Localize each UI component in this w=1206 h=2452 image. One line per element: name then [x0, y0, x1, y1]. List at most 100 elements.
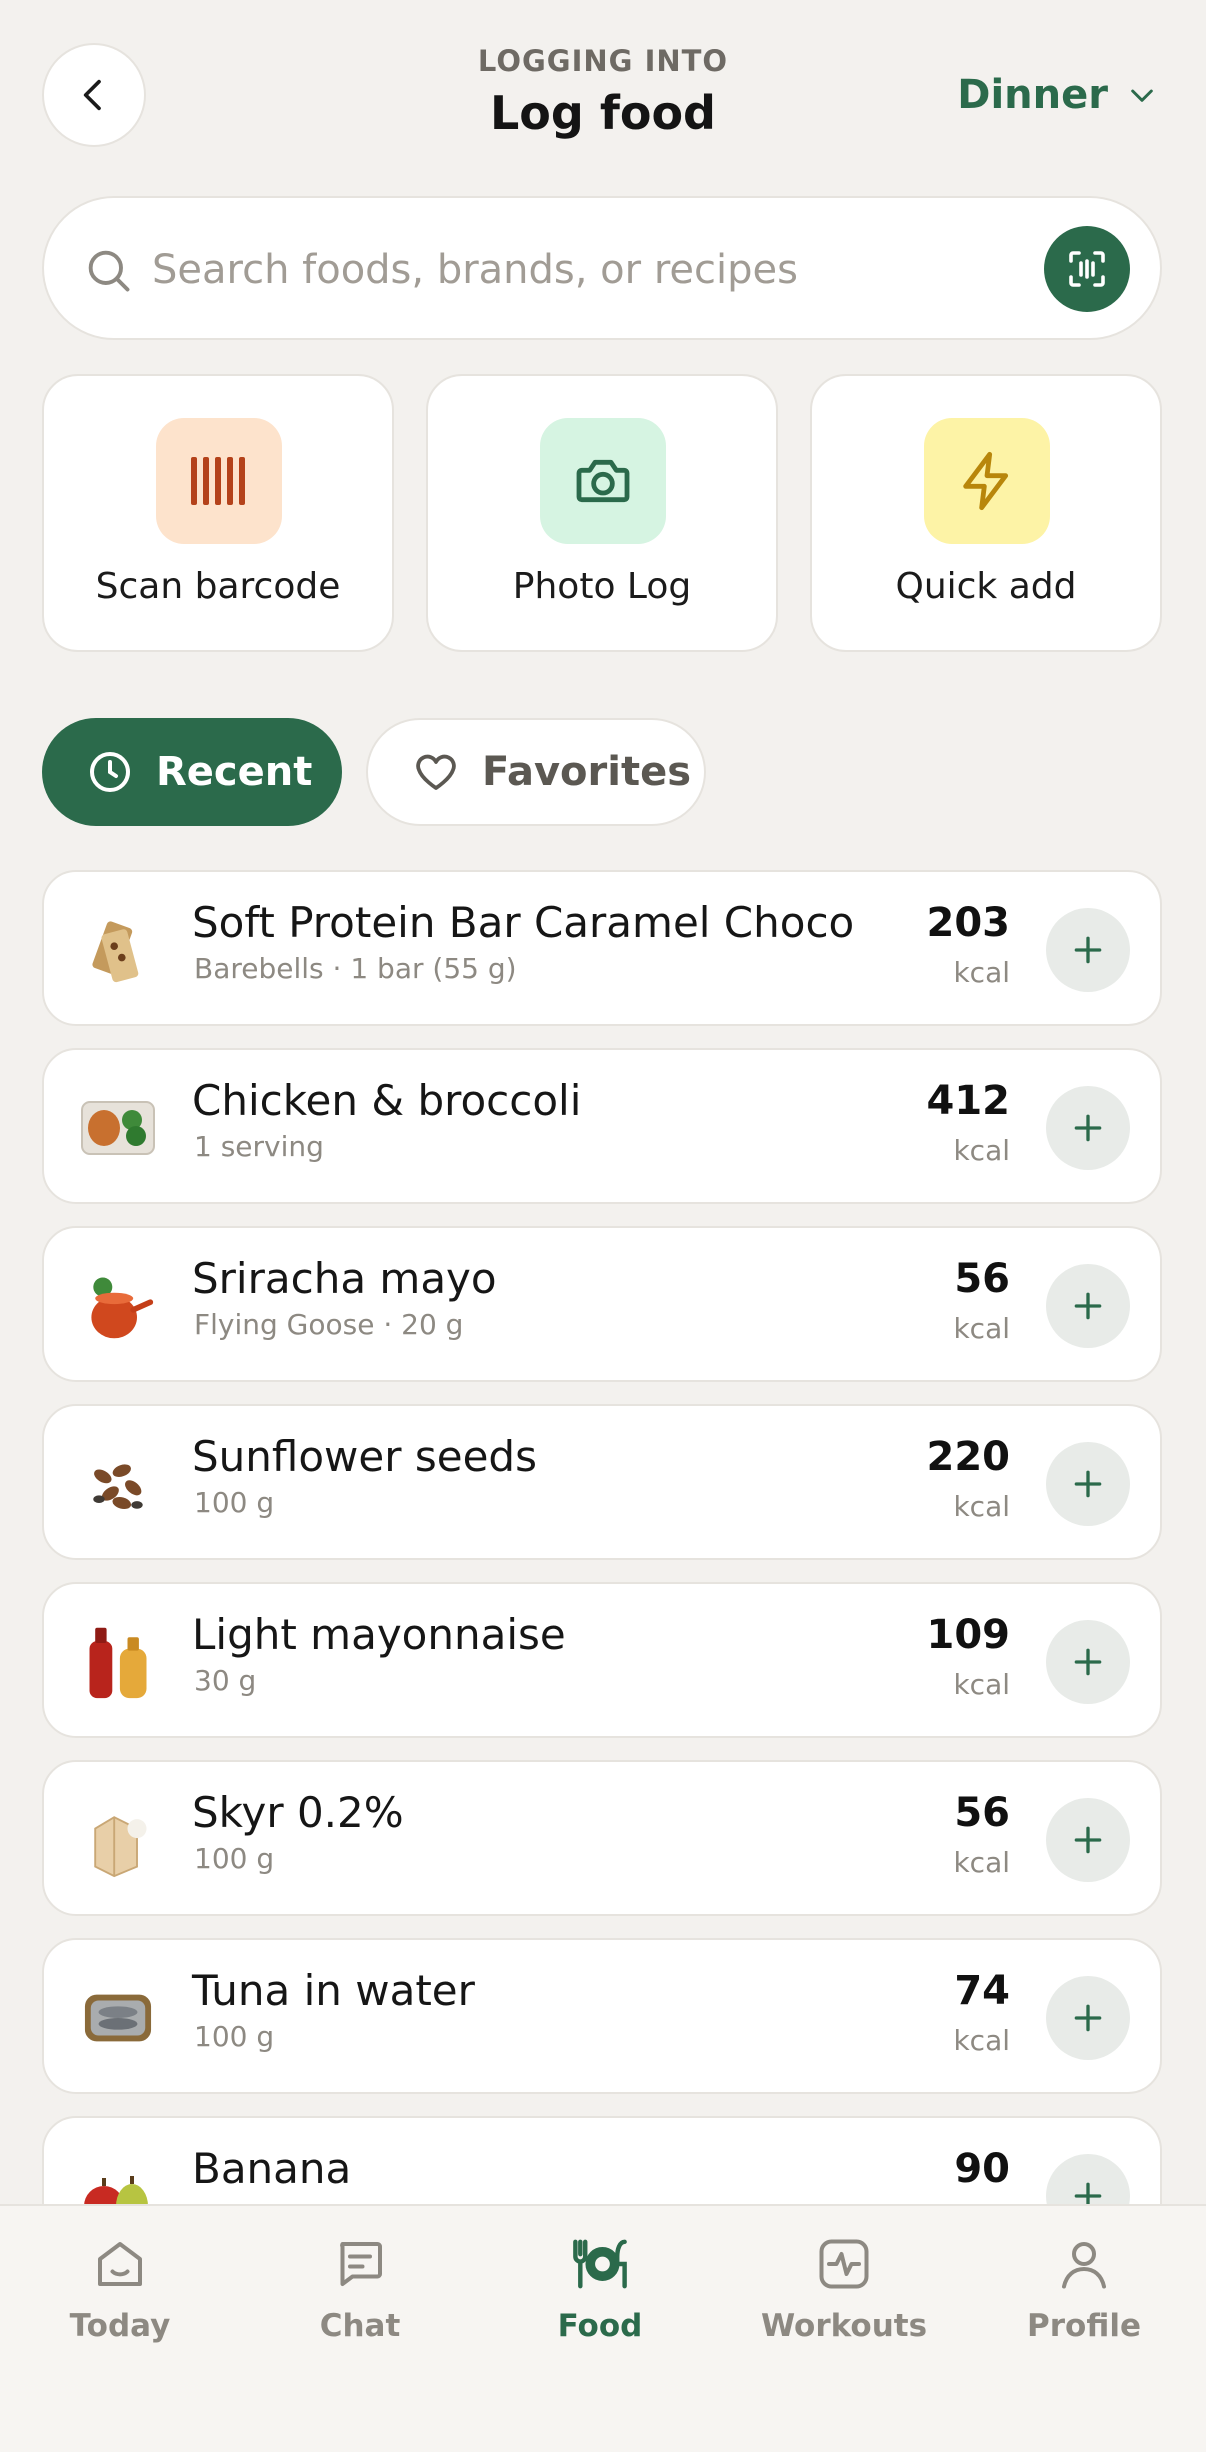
- food-kcal: 56: [954, 1790, 1010, 1836]
- plus-icon: [1074, 1826, 1102, 1854]
- food-kcal-unit: kcal: [953, 1668, 1010, 1701]
- food-detail: Barebells · 1 bar (55 g): [194, 952, 517, 985]
- food-kcal: 203: [926, 900, 1011, 946]
- nav-today[interactable]: Today: [30, 2232, 210, 2352]
- scan-barcode-label: Scan barcode: [95, 566, 341, 607]
- meal-selector[interactable]: Dinner: [957, 66, 1158, 124]
- photo-log-label: Photo Log: [512, 566, 692, 607]
- add-food-button[interactable]: [1046, 1976, 1130, 2060]
- heart-icon: [416, 754, 456, 790]
- scan-icon: [1069, 251, 1105, 287]
- tuna-image: [78, 1978, 158, 2058]
- scan-barcode-card[interactable]: Scan barcode: [42, 374, 394, 652]
- quick-add-card[interactable]: Quick add: [810, 374, 1162, 652]
- food-kcal-unit: kcal: [953, 2024, 1010, 2057]
- plus-icon: [1074, 1648, 1102, 1676]
- food-kcal: 220: [926, 1434, 1011, 1480]
- food-kcal-unit: kcal: [953, 1490, 1010, 1523]
- barcode-badge: [156, 418, 282, 544]
- food-name: Sunflower seeds: [192, 1432, 537, 1481]
- food-kcal: 56: [954, 1256, 1010, 1302]
- food-name: Soft Protein Bar Caramel Choco: [192, 898, 855, 947]
- nav-chat[interactable]: Chat: [270, 2232, 450, 2352]
- food-name: Tuna in water: [192, 1966, 475, 2015]
- bottom-nav: Today Chat Food Workouts Profile: [0, 2204, 1206, 2452]
- food-name: Light mayonnaise: [192, 1610, 566, 1659]
- plus-icon: [1074, 2004, 1102, 2032]
- sriracha-mayo-image: [78, 1266, 158, 1346]
- food-row[interactable]: Tuna in water 100 g 74 kcal: [42, 1938, 1162, 2094]
- add-food-button[interactable]: [1046, 908, 1130, 992]
- nav-today-label: Today: [69, 2308, 171, 2344]
- nav-food-label: Food: [557, 2308, 643, 2344]
- quick-add-label: Quick add: [895, 566, 1077, 607]
- food-row[interactable]: Skyr 0.2% 100 g 56 kcal: [42, 1760, 1162, 1916]
- lightning-icon: [963, 451, 1009, 511]
- food-row[interactable]: Sriracha mayo Flying Goose · 20 g 56 kca…: [42, 1226, 1162, 1382]
- home-icon: [98, 2242, 142, 2286]
- search-icon: [88, 250, 130, 292]
- chicken-broccoli-image: [78, 1088, 158, 1168]
- food-detail: 30 g: [194, 1664, 257, 1697]
- plus-icon: [1074, 1292, 1102, 1320]
- protein-bar-image: [78, 910, 158, 990]
- food-name: Skyr 0.2%: [192, 1788, 404, 1837]
- food-detail: 100 g: [194, 1842, 275, 1875]
- camera-icon: [576, 459, 630, 503]
- clock-icon: [90, 752, 130, 792]
- food-detail: Flying Goose · 20 g: [194, 1308, 464, 1341]
- food-kcal: 109: [926, 1612, 1011, 1658]
- log-food-screen: LOGGING INTO Log food Dinner Scan barcod…: [0, 0, 1206, 2452]
- nav-profile-label: Profile: [1027, 2308, 1141, 2344]
- nav-food[interactable]: Food: [510, 2232, 690, 2352]
- food-kcal-unit: kcal: [953, 1846, 1010, 1879]
- nav-profile[interactable]: Profile: [994, 2232, 1174, 2352]
- nav-workouts-label: Workouts: [760, 2308, 928, 2344]
- food-row[interactable]: Sunflower seeds 100 g 220 kcal: [42, 1404, 1162, 1560]
- person-icon: [1062, 2242, 1106, 2289]
- lightning-badge: [924, 418, 1050, 544]
- photo-log-card[interactable]: Photo Log: [426, 374, 778, 652]
- add-food-button[interactable]: [1046, 1086, 1130, 1170]
- add-food-button[interactable]: [1046, 1264, 1130, 1348]
- add-food-button[interactable]: [1046, 1620, 1130, 1704]
- tab-favorites-label: Favorites: [482, 749, 692, 795]
- voice-scan-button[interactable]: [1044, 226, 1130, 312]
- food-row[interactable]: Light mayonnaise 30 g 109 kcal: [42, 1582, 1162, 1738]
- camera-badge: [540, 418, 666, 544]
- add-food-button[interactable]: [1046, 1442, 1130, 1526]
- barcode-icon: [191, 457, 245, 505]
- tab-recent-label: Recent: [156, 749, 313, 795]
- light-mayonnaise-image: [78, 1622, 158, 1702]
- food-detail: 100 g: [194, 2020, 275, 2053]
- skyr-image: [78, 1800, 158, 1880]
- add-food-button[interactable]: [1046, 1798, 1130, 1882]
- food-name: Chicken & broccoli: [192, 1076, 582, 1125]
- tab-favorites[interactable]: Favorites: [366, 718, 706, 826]
- tab-recent[interactable]: Recent: [42, 718, 342, 826]
- chat-icon: [340, 2242, 382, 2286]
- meal-label: Dinner: [957, 72, 1108, 118]
- food-detail: 1 serving: [194, 1130, 324, 1163]
- activity-icon: [819, 2239, 869, 2289]
- food-row[interactable]: Chicken & broccoli 1 serving 412 kcal: [42, 1048, 1162, 1204]
- food-kcal: 90: [954, 2146, 1010, 2192]
- food-name: Sriracha mayo: [192, 1254, 497, 1303]
- food-kcal: 74: [954, 1968, 1010, 2014]
- sunflower-seeds-image: [78, 1444, 158, 1524]
- food-kcal-unit: kcal: [953, 1134, 1010, 1167]
- search-bar: [42, 196, 1162, 340]
- nav-chat-label: Chat: [319, 2308, 401, 2344]
- plus-icon: [1074, 936, 1102, 964]
- plus-icon: [1074, 1114, 1102, 1142]
- food-detail: 100 g: [194, 1486, 275, 1519]
- food-kcal: 412: [926, 1078, 1011, 1124]
- search-input[interactable]: [152, 232, 1052, 308]
- food-kcal-unit: kcal: [953, 956, 1010, 989]
- nav-workouts[interactable]: Workouts: [754, 2232, 934, 2352]
- food-name: Banana: [192, 2144, 352, 2193]
- chevron-down-icon: [1131, 89, 1153, 102]
- food-row[interactable]: Soft Protein Bar Caramel Choco Barebells…: [42, 870, 1162, 1026]
- plus-icon: [1074, 1470, 1102, 1498]
- food-kcal-unit: kcal: [953, 1312, 1010, 1345]
